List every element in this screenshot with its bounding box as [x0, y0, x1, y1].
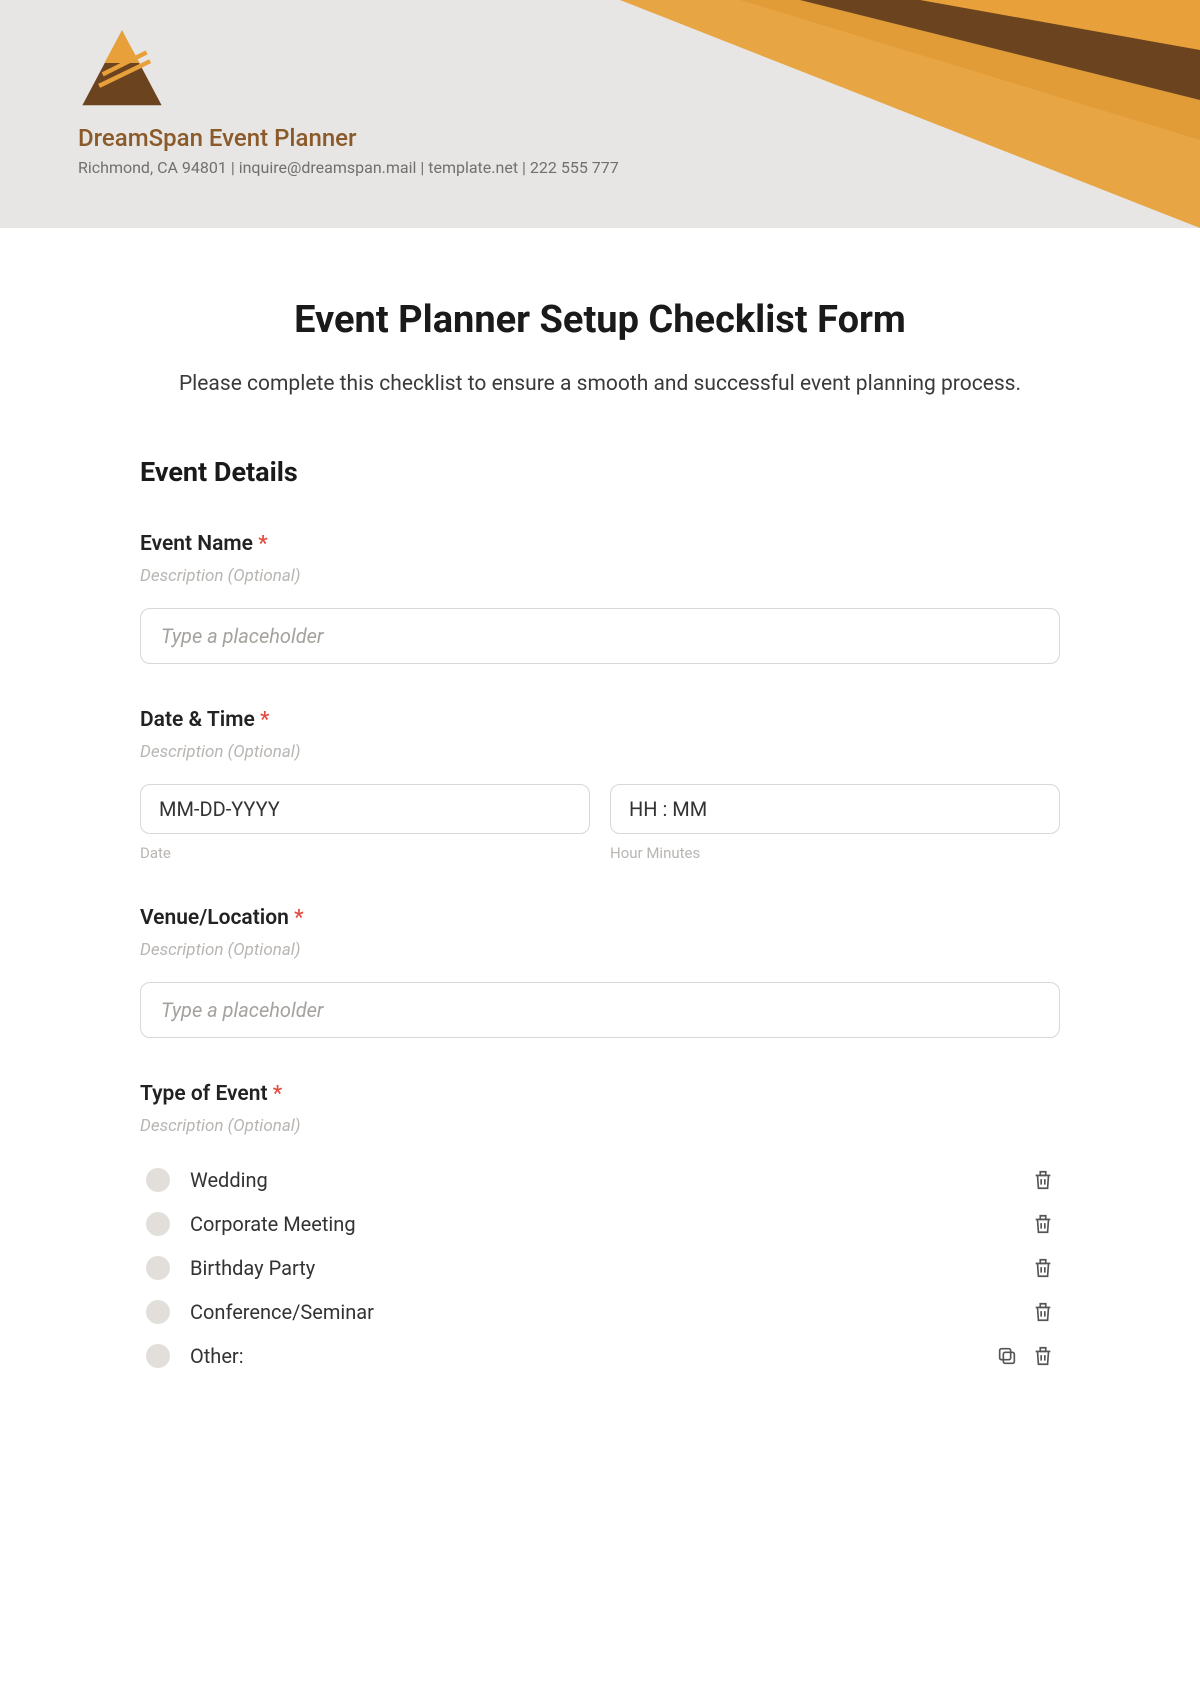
required-mark: *	[260, 708, 269, 732]
required-mark: *	[294, 906, 303, 930]
radio-option-corporate: Corporate Meeting	[140, 1202, 1060, 1246]
radio-label: Birthday Party	[190, 1256, 1018, 1280]
radio-list: Wedding Corporate Meeting Birthday Party…	[140, 1158, 1060, 1378]
company-sub: Richmond, CA 94801 | inquire@dreamspan.m…	[78, 158, 619, 177]
field-description: Description (Optional)	[140, 742, 1060, 762]
required-mark: *	[258, 532, 267, 556]
trash-icon[interactable]	[1032, 1344, 1054, 1368]
label-text: Venue/Location	[140, 906, 289, 930]
radio-button[interactable]	[146, 1168, 170, 1192]
radio-option-wedding: Wedding	[140, 1158, 1060, 1202]
date-input[interactable]	[140, 784, 590, 834]
trash-icon[interactable]	[1032, 1300, 1054, 1324]
copy-icon[interactable]	[996, 1344, 1018, 1368]
field-venue: Venue/Location * Description (Optional)	[140, 906, 1060, 1038]
field-date-time: Date & Time * Description (Optional) Dat…	[140, 708, 1060, 862]
logo-block: DreamSpan Event Planner Richmond, CA 948…	[78, 26, 619, 177]
radio-button[interactable]	[146, 1256, 170, 1280]
required-mark: *	[273, 1082, 282, 1106]
radio-label: Wedding	[190, 1168, 1018, 1192]
page-header: DreamSpan Event Planner Richmond, CA 948…	[0, 0, 1200, 228]
radio-option-other: Other:	[140, 1334, 1060, 1378]
field-label: Type of Event *	[140, 1082, 1060, 1106]
radio-option-birthday: Birthday Party	[140, 1246, 1060, 1290]
label-text: Event Name	[140, 532, 253, 556]
event-name-input[interactable]	[140, 608, 1060, 664]
field-type-of-event: Type of Event * Description (Optional) W…	[140, 1082, 1060, 1378]
date-sublabel: Date	[140, 844, 590, 862]
form-title: Event Planner Setup Checklist Form	[140, 298, 1060, 342]
time-sublabel: Hour Minutes	[610, 844, 1060, 862]
time-input[interactable]	[610, 784, 1060, 834]
datetime-row: Date Hour Minutes	[140, 784, 1060, 862]
field-label: Event Name *	[140, 532, 1060, 556]
radio-option-conference: Conference/Seminar	[140, 1290, 1060, 1334]
time-column: Hour Minutes	[610, 784, 1060, 862]
logo-icon	[78, 26, 166, 114]
form-content: Event Planner Setup Checklist Form Pleas…	[140, 228, 1060, 1418]
radio-button[interactable]	[146, 1344, 170, 1368]
radio-label: Corporate Meeting	[190, 1212, 1018, 1236]
radio-label: Conference/Seminar	[190, 1300, 1018, 1324]
venue-input[interactable]	[140, 982, 1060, 1038]
header-graphic	[560, 0, 1200, 228]
section-heading-event-details: Event Details	[140, 456, 1060, 488]
form-subtitle: Please complete this checklist to ensure…	[140, 368, 1060, 402]
trash-icon[interactable]	[1032, 1212, 1054, 1236]
trash-icon[interactable]	[1032, 1168, 1054, 1192]
radio-button[interactable]	[146, 1212, 170, 1236]
label-text: Type of Event	[140, 1082, 268, 1106]
field-description: Description (Optional)	[140, 566, 1060, 586]
field-description: Description (Optional)	[140, 940, 1060, 960]
label-text: Date & Time	[140, 708, 255, 732]
field-description: Description (Optional)	[140, 1116, 1060, 1136]
date-column: Date	[140, 784, 590, 862]
radio-label: Other:	[190, 1344, 982, 1368]
field-label: Date & Time *	[140, 708, 1060, 732]
field-label: Venue/Location *	[140, 906, 1060, 930]
field-event-name: Event Name * Description (Optional)	[140, 532, 1060, 664]
trash-icon[interactable]	[1032, 1256, 1054, 1280]
radio-button[interactable]	[146, 1300, 170, 1324]
company-name: DreamSpan Event Planner	[78, 124, 619, 152]
